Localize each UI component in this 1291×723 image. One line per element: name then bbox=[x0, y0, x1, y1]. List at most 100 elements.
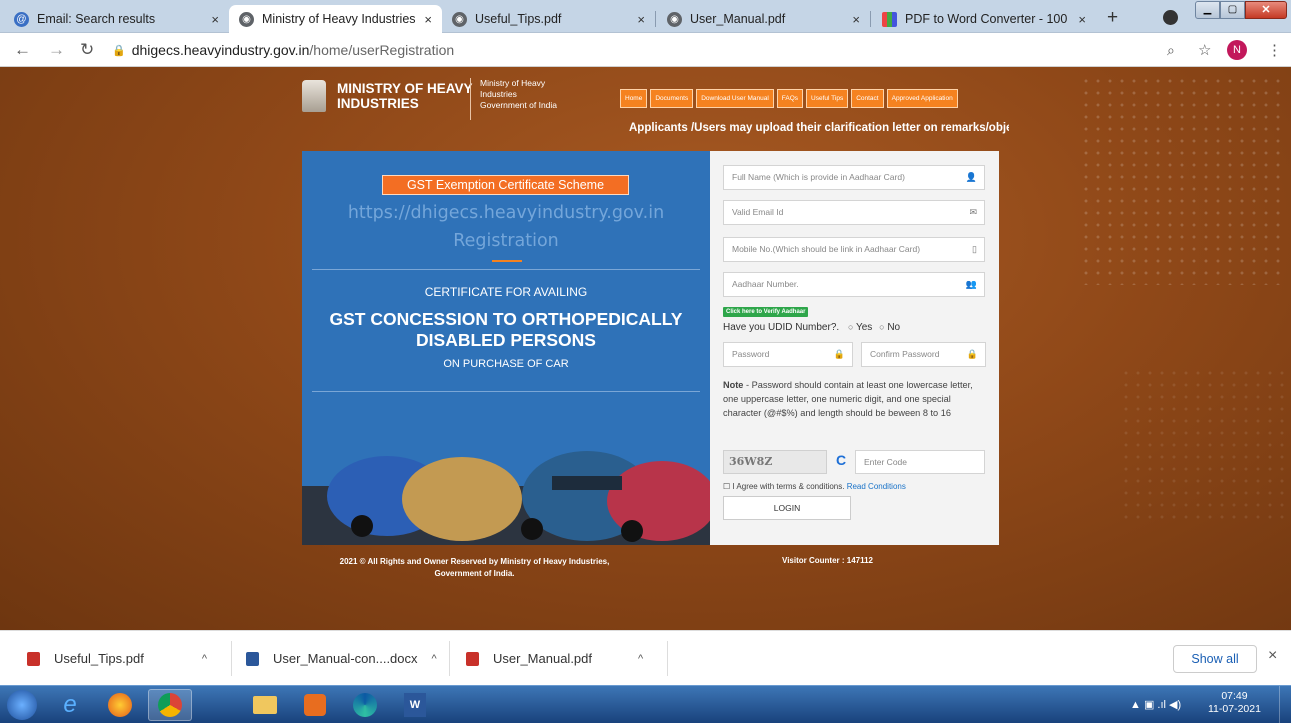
header-divider bbox=[470, 78, 471, 120]
udid-yes-radio[interactable]: ○ bbox=[848, 322, 853, 332]
tray-icons[interactable]: ▲ ▣ .ıl ◀) bbox=[1130, 698, 1181, 711]
menu-approved-application[interactable]: Approved Application bbox=[886, 89, 958, 108]
lock-icon: 🔒 bbox=[833, 349, 845, 359]
file-explorer-icon[interactable] bbox=[243, 689, 287, 721]
read-conditions-link[interactable]: Read Conditions bbox=[847, 482, 906, 491]
word-icon[interactable]: W bbox=[393, 689, 437, 721]
mobile-phone-icon: ▯ bbox=[972, 244, 977, 254]
tab-useful-tips-pdf[interactable]: ◉ Useful_Tips.pdf × bbox=[442, 5, 655, 33]
site-url-text: https://dhigecs.heavyindustry.gov.in bbox=[347, 203, 665, 223]
clock[interactable]: 07:49 11-07-2021 bbox=[1208, 690, 1261, 716]
full-name-field[interactable]: Full Name (Which is provide in Aadhaar C… bbox=[723, 165, 985, 190]
udid-no-radio[interactable]: ○ bbox=[879, 322, 884, 332]
show-desktop-button[interactable] bbox=[1279, 686, 1291, 723]
separator bbox=[449, 641, 450, 676]
confirm-password-field[interactable]: Confirm Password 🔒 bbox=[861, 342, 986, 367]
ministry-title: MINISTRY OF HEAVY INDUSTRIES bbox=[337, 81, 473, 111]
minimize-icon[interactable]: ▁ bbox=[1195, 1, 1220, 19]
url-host: dhigecs.heavyindustry.gov.in bbox=[131, 42, 310, 58]
menu-home[interactable]: Home bbox=[620, 89, 648, 108]
tab-title: Email: Search results bbox=[37, 12, 156, 26]
password-field[interactable]: Password 🔒 bbox=[723, 342, 853, 367]
globe-icon: ◉ bbox=[452, 11, 467, 27]
menu-useful-tips[interactable]: Useful Tips bbox=[806, 89, 849, 108]
accent-underline bbox=[492, 260, 522, 262]
tab-pdf-to-word[interactable]: PDF to Word Converter - 100 × bbox=[872, 5, 1096, 33]
download-filename: User_Manual.pdf bbox=[493, 651, 592, 666]
site-header: MINISTRY OF HEAVY INDUSTRIES Ministry of… bbox=[302, 67, 1009, 147]
terms-agreement: ☐ I Agree with terms & conditions. Read … bbox=[723, 482, 906, 491]
close-downloads-icon[interactable]: × bbox=[1268, 647, 1277, 665]
back-arrow-icon[interactable]: ← bbox=[14, 40, 31, 60]
registration-text: Registration bbox=[453, 231, 559, 251]
menu-contact[interactable]: Contact bbox=[851, 89, 884, 108]
lock-icon: 🔒 bbox=[966, 349, 978, 359]
close-tab-icon[interactable]: × bbox=[852, 12, 860, 27]
new-tab-button[interactable]: + bbox=[1107, 7, 1118, 29]
profile-avatar[interactable]: N bbox=[1227, 40, 1247, 60]
visitor-counter: Visitor Counter : 147112 bbox=[782, 556, 873, 565]
download-item[interactable]: User_Manual.pdf ^ bbox=[466, 631, 643, 686]
verify-aadhaar-link[interactable]: Click here to Verify Aadhaar bbox=[723, 307, 809, 317]
chevron-up-icon[interactable]: ^ bbox=[638, 653, 643, 665]
menu-download-user-manual[interactable]: Download User Manual bbox=[696, 89, 774, 108]
close-tab-icon[interactable]: × bbox=[1078, 12, 1086, 27]
chrome-icon[interactable] bbox=[148, 689, 192, 721]
edge-icon[interactable] bbox=[343, 689, 387, 721]
download-item[interactable]: User_Manual-con....docx ^ bbox=[246, 631, 437, 686]
certificate-line3: ON PURCHASE OF CAR bbox=[443, 358, 569, 370]
bookmark-star-icon[interactable]: ☆ bbox=[1198, 41, 1211, 59]
ministry-subtitle: Ministry of Heavy Industries Government … bbox=[480, 78, 558, 110]
separator bbox=[667, 641, 668, 676]
menu-faqs[interactable]: FAQs bbox=[776, 89, 804, 108]
envelope-icon: ✉ bbox=[969, 207, 977, 217]
download-filename: Useful_Tips.pdf bbox=[54, 651, 144, 666]
decorative-dot-grid bbox=[1080, 75, 1285, 285]
certificate-headline: GST CONCESSION TO ORTHOPEDICALLY DISABLE… bbox=[329, 309, 683, 350]
tab-title: Ministry of Heavy Industries bbox=[262, 12, 416, 26]
internet-explorer-icon[interactable]: e bbox=[48, 689, 92, 721]
aadhaar-field[interactable]: Aadhaar Number. 👥 bbox=[723, 272, 985, 297]
download-item[interactable]: Useful_Tips.pdf ^ bbox=[27, 631, 207, 686]
email-field[interactable]: Valid Email Id ✉ bbox=[723, 200, 985, 225]
tab-title: Useful_Tips.pdf bbox=[475, 12, 562, 26]
refresh-captcha-icon[interactable]: C bbox=[836, 452, 846, 468]
media-player-icon[interactable] bbox=[293, 689, 337, 721]
udid-question: Have you UDID Number?. ○ Yes ○ No bbox=[723, 322, 901, 333]
url-omnibox[interactable]: 🔒 dhigecs.heavyindustry.gov.in /home/use… bbox=[112, 37, 1137, 63]
cars-illustration bbox=[302, 451, 710, 545]
udid-yes-label: Yes bbox=[855, 322, 873, 333]
lock-icon: 🔒 bbox=[112, 44, 126, 57]
maximize-icon[interactable]: ▢ bbox=[1220, 1, 1245, 19]
windows-logo-icon bbox=[7, 690, 37, 720]
tab-user-manual-pdf[interactable]: ◉ User_Manual.pdf × bbox=[657, 5, 870, 33]
word-file-icon bbox=[246, 651, 259, 666]
mobile-field[interactable]: Mobile No.(Which should be link in Aadha… bbox=[723, 237, 985, 262]
tab-search-icon[interactable] bbox=[1163, 10, 1178, 25]
copyright-text: 2021 © All Rights and Owner Reserved by … bbox=[339, 557, 610, 578]
tab-email-search[interactable]: @ Email: Search results × bbox=[4, 5, 229, 33]
close-tab-icon[interactable]: × bbox=[424, 12, 432, 27]
forward-arrow-icon[interactable]: → bbox=[48, 40, 65, 60]
terms-checkbox[interactable]: ☐ bbox=[723, 482, 730, 491]
certificate-line1: CERTIFICATE FOR AVAILING bbox=[424, 285, 588, 299]
login-button[interactable]: LOGIN bbox=[723, 496, 851, 520]
close-tab-icon[interactable]: × bbox=[637, 12, 645, 27]
chevron-up-icon[interactable]: ^ bbox=[202, 653, 207, 665]
tab-ministry-heavy-industries[interactable]: ◉ Ministry of Heavy Industries × bbox=[229, 5, 442, 33]
reload-icon[interactable]: ↻ bbox=[80, 40, 94, 60]
firefox-icon[interactable] bbox=[98, 689, 142, 721]
email-icon: @ bbox=[14, 11, 29, 27]
menu-documents[interactable]: Documents bbox=[650, 89, 694, 108]
close-window-icon[interactable]: ✕ bbox=[1245, 1, 1287, 19]
show-all-button[interactable]: Show all bbox=[1173, 645, 1257, 673]
captcha-input[interactable]: Enter Code bbox=[855, 450, 985, 474]
chevron-up-icon[interactable]: ^ bbox=[432, 653, 437, 665]
zoom-icon[interactable]: ⌕ bbox=[1167, 42, 1175, 59]
tab-title: User_Manual.pdf bbox=[690, 12, 786, 26]
menu-dots-icon[interactable]: ⋮ bbox=[1267, 41, 1282, 59]
close-tab-icon[interactable]: × bbox=[211, 12, 219, 27]
divider bbox=[312, 269, 700, 270]
start-button[interactable] bbox=[2, 689, 42, 721]
web-page: MINISTRY OF HEAVY INDUSTRIES Ministry of… bbox=[0, 67, 1291, 630]
